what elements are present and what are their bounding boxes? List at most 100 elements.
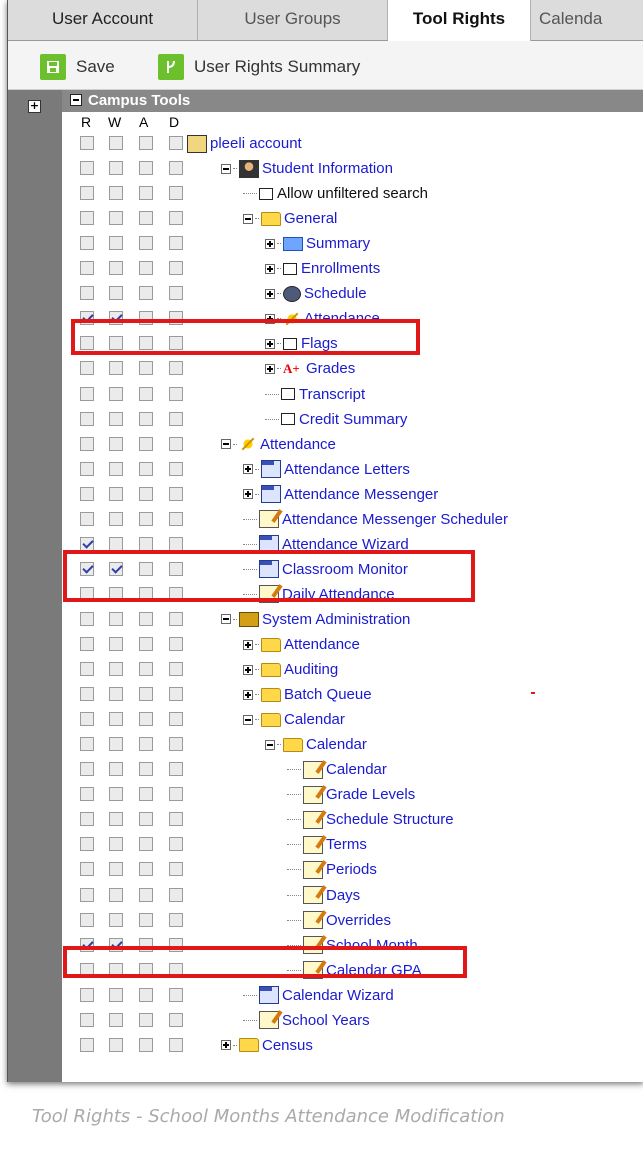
read-checkbox[interactable] [80, 536, 94, 551]
delete-checkbox[interactable] [169, 586, 183, 601]
write-checkbox[interactable] [109, 987, 123, 1002]
tree-node-label[interactable]: Calendar Wizard [282, 987, 394, 1004]
delete-checkbox[interactable] [169, 386, 183, 401]
expand-icon[interactable] [243, 464, 253, 475]
tree-node-label[interactable]: System Administration [262, 611, 410, 628]
tree-node-label[interactable]: Allow unfiltered search [277, 185, 428, 202]
delete-checkbox[interactable] [169, 211, 183, 226]
add-checkbox[interactable] [139, 712, 153, 727]
write-checkbox[interactable] [109, 561, 123, 576]
add-checkbox[interactable] [139, 787, 153, 802]
tree-node-label[interactable]: Attendance [260, 436, 336, 453]
read-checkbox[interactable] [80, 712, 94, 727]
collapse-icon[interactable] [243, 714, 253, 725]
add-checkbox[interactable] [139, 561, 153, 576]
read-checkbox[interactable] [80, 361, 94, 376]
write-checkbox[interactable] [109, 962, 123, 977]
expand-icon[interactable] [243, 664, 253, 675]
read-checkbox[interactable] [80, 236, 94, 251]
tree-node[interactable]: Grade Levels [287, 782, 415, 807]
read-checkbox[interactable] [80, 837, 94, 852]
add-checkbox[interactable] [139, 511, 153, 526]
tree-node[interactable]: A+ Grades [265, 356, 355, 381]
delete-checkbox[interactable] [169, 336, 183, 351]
tree-node[interactable]: Census [221, 1033, 313, 1058]
read-checkbox[interactable] [80, 1037, 94, 1052]
delete-checkbox[interactable] [169, 411, 183, 426]
user-rights-summary-button[interactable]: User Rights Summary [158, 53, 360, 81]
write-checkbox[interactable] [109, 737, 123, 752]
read-checkbox[interactable] [80, 912, 94, 927]
write-checkbox[interactable] [109, 261, 123, 276]
tree-node[interactable]: Transcript [265, 382, 365, 407]
tree-node[interactable]: Auditing [243, 657, 338, 682]
tree-node-label[interactable]: Grade Levels [326, 786, 415, 803]
delete-checkbox[interactable] [169, 862, 183, 877]
tree-node[interactable]: Flags [265, 331, 338, 356]
collapse-icon[interactable] [70, 94, 82, 106]
campus-tools-header[interactable]: Campus Tools [62, 90, 643, 112]
write-checkbox[interactable] [109, 787, 123, 802]
tree-node-label[interactable]: Classroom Monitor [282, 561, 408, 578]
tree-node-label[interactable]: Credit Summary [299, 411, 407, 428]
tree-node[interactable]: Attendance Wizard [243, 532, 409, 557]
tree-node[interactable]: School Month [287, 933, 418, 958]
tree-node[interactable]: Attendance [221, 432, 336, 457]
write-checkbox[interactable] [109, 186, 123, 201]
write-checkbox[interactable] [109, 411, 123, 426]
write-checkbox[interactable] [109, 912, 123, 927]
tree-node[interactable]: System Administration [221, 607, 410, 632]
add-checkbox[interactable] [139, 336, 153, 351]
write-checkbox[interactable] [109, 937, 123, 952]
expand-icon[interactable] [265, 363, 275, 374]
tree-node[interactable]: Credit Summary [265, 407, 407, 432]
read-checkbox[interactable] [80, 737, 94, 752]
add-checkbox[interactable] [139, 937, 153, 952]
tree-node[interactable]: General [243, 206, 337, 231]
add-checkbox[interactable] [139, 486, 153, 501]
delete-checkbox[interactable] [169, 311, 183, 326]
read-checkbox[interactable] [80, 411, 94, 426]
delete-checkbox[interactable] [169, 486, 183, 501]
add-checkbox[interactable] [139, 386, 153, 401]
tree-node-label[interactable]: Grades [306, 360, 355, 377]
write-checkbox[interactable] [109, 436, 123, 451]
write-checkbox[interactable] [109, 687, 123, 702]
tree-node-label[interactable]: Summary [306, 235, 370, 252]
add-checkbox[interactable] [139, 311, 153, 326]
write-checkbox[interactable] [109, 211, 123, 226]
read-checkbox[interactable] [80, 486, 94, 501]
tree-node[interactable]: Attendance Messenger Scheduler [243, 507, 508, 532]
add-checkbox[interactable] [139, 1012, 153, 1027]
tree-node-label[interactable]: Attendance Messenger Scheduler [282, 511, 508, 528]
tree-node-label[interactable]: Calendar [284, 711, 345, 728]
tree-node-label[interactable]: Overrides [326, 912, 391, 929]
read-checkbox[interactable] [80, 611, 94, 626]
delete-checkbox[interactable] [169, 461, 183, 476]
add-checkbox[interactable] [139, 962, 153, 977]
tree-node[interactable]: Calendar [243, 707, 345, 732]
write-checkbox[interactable] [109, 511, 123, 526]
tree-node[interactable]: Overrides [287, 908, 391, 933]
add-checkbox[interactable] [139, 687, 153, 702]
write-checkbox[interactable] [109, 161, 123, 176]
tree-node[interactable]: Calendar [265, 732, 367, 757]
delete-checkbox[interactable] [169, 787, 183, 802]
tree-node[interactable]: Periods [287, 857, 377, 882]
collapse-icon[interactable] [221, 439, 231, 450]
read-checkbox[interactable] [80, 586, 94, 601]
tree-node[interactable]: Calendar Wizard [243, 983, 394, 1008]
tree-node-label[interactable]: Attendance [284, 636, 360, 653]
delete-checkbox[interactable] [169, 261, 183, 276]
delete-checkbox[interactable] [169, 361, 183, 376]
tree-node-label[interactable]: Calendar GPA [326, 962, 422, 979]
write-checkbox[interactable] [109, 361, 123, 376]
tab-calendar[interactable]: Calenda [531, 0, 643, 40]
add-checkbox[interactable] [139, 186, 153, 201]
tree-node-label[interactable]: Enrollments [301, 260, 380, 277]
add-checkbox[interactable] [139, 436, 153, 451]
read-checkbox[interactable] [80, 787, 94, 802]
tree-node-label[interactable]: Batch Queue [284, 686, 372, 703]
add-checkbox[interactable] [139, 987, 153, 1002]
write-checkbox[interactable] [109, 837, 123, 852]
